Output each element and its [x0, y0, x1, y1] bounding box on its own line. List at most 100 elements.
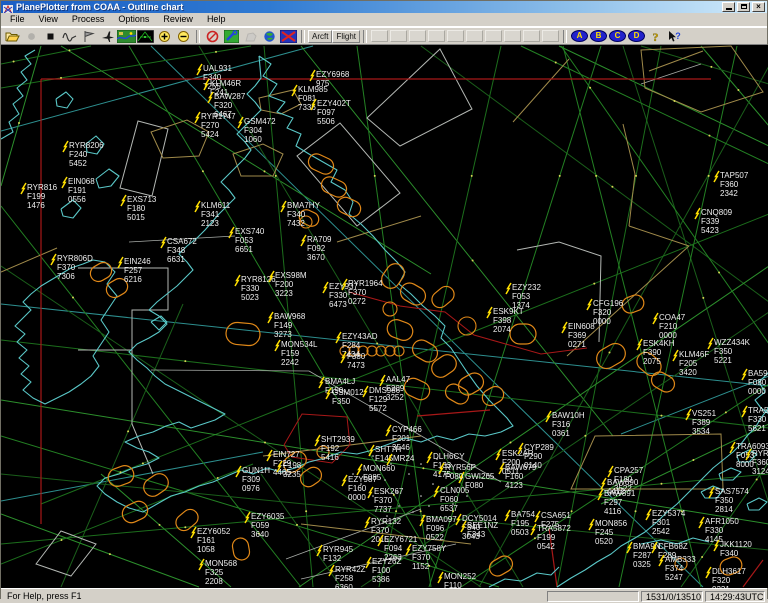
aircraft-callsign: CFG196 — [593, 299, 624, 308]
aircraft-flight-level: F370 — [374, 496, 393, 505]
menu-options[interactable]: Options — [111, 13, 156, 26]
aircraft-callsign: KLM46R — [210, 79, 241, 88]
aircraft-squawk: 0325 — [633, 560, 651, 569]
toolbar: ArcftFlight ABCD?? — [1, 27, 767, 45]
aircraft-squawk: 0000 — [748, 387, 766, 396]
radar-view-button[interactable] — [136, 29, 155, 43]
aircraft-squawk: 3534 — [692, 427, 710, 436]
restore-button[interactable] — [737, 2, 750, 12]
open-chart-button[interactable] — [3, 29, 22, 43]
no-entry-button[interactable] — [203, 29, 222, 43]
aircraft-callsign: ESK4KH — [643, 339, 675, 348]
aircraft-callsign: CYP289 — [524, 443, 554, 452]
toolbar-separator — [196, 30, 200, 43]
aircraft-flight-level: F160 — [505, 472, 524, 481]
aircraft-callsign: EZY43AD — [342, 332, 378, 341]
aircraft-squawk: 5221 — [714, 356, 732, 365]
aircraft-callsign: BAW968 — [274, 312, 306, 321]
aircraft-callsign: RYR8206 — [69, 141, 104, 150]
aircraft-callsign: DMS986 — [369, 386, 401, 395]
aircraft-callsign: WZZ434K — [714, 338, 751, 347]
outline-chart-map[interactable]: UAL931F3407255KLM46RF241BAW287F3206467RY… — [1, 45, 768, 588]
ghost-button — [241, 29, 260, 43]
menu-file[interactable]: File — [3, 13, 32, 26]
menu-view[interactable]: View — [32, 13, 65, 26]
aircraft-flight-level: F301 — [652, 518, 671, 527]
close-button[interactable]: × — [752, 2, 765, 12]
aircraft-callsign: AAL47 — [386, 375, 411, 384]
chart-view-button[interactable] — [117, 29, 136, 43]
minimize-button[interactable] — [722, 2, 735, 12]
aircraft-flight-level: F330 — [241, 284, 260, 293]
aircraft-callsign: BMA7HY — [287, 201, 321, 210]
aircraft-flight-level: F199 — [27, 192, 46, 201]
aircraft-callsign: SHT7H — [375, 445, 401, 454]
aircraft-squawk: 0522 — [426, 533, 444, 542]
status-utc-clock: 14:29:43UTC — [705, 591, 765, 602]
aircraft-flight-level: F360 — [752, 458, 768, 467]
aircraft-flight-level: F200 — [275, 280, 294, 289]
aircraft-flight-level: F340 — [720, 549, 739, 558]
aircraft-callsign: EZY6052 — [197, 527, 231, 536]
aircraft-flight-level: F304 — [244, 126, 263, 135]
mode-a-button[interactable]: A — [571, 30, 588, 42]
aircraft-squawk: 0520 — [595, 537, 613, 546]
mode-c-button[interactable]: C — [609, 30, 626, 42]
context-help-button[interactable]: ? — [665, 29, 684, 43]
mode-b-button[interactable]: B — [590, 30, 607, 42]
aircraft-callsign: CFB68Z — [658, 542, 688, 551]
aircraft-flight-level: F201 — [392, 434, 411, 443]
aircraft-callsign: SAS7574 — [715, 487, 749, 496]
aircraft-callsign: RYR945 — [323, 545, 354, 554]
aircraft-flight-level: F161 — [197, 536, 216, 545]
menu-review[interactable]: Review — [156, 13, 200, 26]
flight-list-button[interactable]: Flight — [332, 30, 360, 43]
map-chart-icon — [117, 30, 136, 43]
signal-trace-button[interactable] — [60, 29, 79, 43]
mark-flag-button[interactable] — [79, 29, 98, 43]
menu-process[interactable]: Process — [65, 13, 112, 26]
aircraft-callsign: EZY232 — [512, 283, 541, 292]
hide-aircraft-button[interactable] — [279, 29, 298, 43]
world-button[interactable] — [260, 29, 279, 43]
aircraft-list-button[interactable]: Arcft — [308, 30, 332, 43]
stop-button[interactable] — [41, 29, 60, 43]
aircraft-callsign: EZY6721 — [384, 535, 418, 544]
aircraft-callsign: MON660 — [363, 464, 396, 473]
aircraft-squawk: 0361 — [552, 429, 570, 438]
aircraft-callsign: RA709 — [307, 235, 332, 244]
aircraft-flight-level: F110 — [444, 581, 462, 588]
aircraft-callsign: TRA5872 — [537, 524, 571, 533]
status-bar: For Help, press F1 1531/0/13510 14:29:43… — [1, 588, 767, 603]
aircraft-callsign: CLN005 — [440, 486, 470, 495]
aircraft-flight-level: F180 — [127, 204, 146, 213]
aircraft-callsign: TRA509 — [748, 406, 768, 415]
reg-key-button[interactable]: ? — [646, 29, 665, 43]
aircraft-callsign: TAP507 — [720, 171, 749, 180]
aircraft-squawk: 6537 — [440, 504, 458, 513]
aircraft-flight-level: F380 — [347, 352, 366, 361]
aircraft-callsign: MON856 — [595, 519, 628, 528]
aircraft-flight-level: F094 — [384, 544, 403, 553]
aircraft-squawk: 0140 — [524, 461, 542, 470]
folder-open-icon — [5, 30, 20, 43]
chart-area[interactable]: UAL931F3407255KLM46RF241BAW287F3206467RY… — [1, 45, 767, 588]
aircraft-callsign: ESK267 — [374, 487, 404, 496]
aircraft-view-button[interactable] — [98, 29, 117, 43]
title-bar[interactable]: PlanePlotter from COAA - Outline chart × — [1, 1, 767, 13]
aircraft-callsign: DLH6CY — [433, 452, 465, 461]
aircraft-squawk: 5506 — [317, 117, 335, 126]
aircraft-callsign: GSM012 — [332, 388, 364, 397]
aircraft-callsign: ESK9KT — [493, 307, 524, 316]
aircraft-squawk: 5423 — [701, 226, 719, 235]
zoom-in-button[interactable] — [155, 29, 174, 43]
aircraft-squawk: 5424 — [201, 130, 219, 139]
zoom-out-button[interactable] — [174, 29, 193, 43]
aircraft-flight-level: F245 — [595, 528, 614, 537]
aircraft-squawk: 5386 — [372, 575, 390, 584]
mode-d-button[interactable]: D — [628, 30, 645, 42]
aircraft-squawk: 3273 — [274, 330, 292, 339]
aircraft-flight-level: F053 — [512, 292, 531, 301]
menu-help[interactable]: Help — [200, 13, 233, 26]
tools-button[interactable] — [222, 29, 241, 43]
